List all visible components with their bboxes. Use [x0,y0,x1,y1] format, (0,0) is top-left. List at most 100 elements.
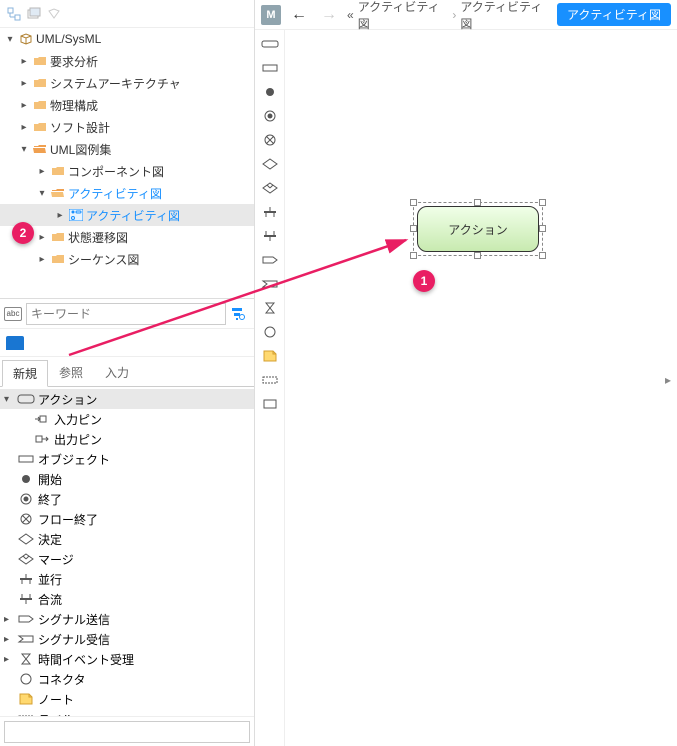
resize-handle-n[interactable] [474,199,481,206]
pal-action[interactable]: ▾ アクション [0,389,254,409]
pal-decision[interactable]: 決定 [0,529,254,549]
chevron-right-icon[interactable]: ▸ [36,166,48,177]
tree-item-9[interactable]: ▸ シーケンス図 [0,248,254,270]
tree-icon-3[interactable] [46,6,62,22]
editor-header: M ← → « アクティビティ図 › アクティビティ図 アクティビティ図 [255,0,677,30]
ps-pentagon-l-icon[interactable] [259,274,281,294]
tree-item-3[interactable]: ▸ ソフト設計 [0,116,254,138]
resize-handle-se[interactable] [539,252,546,259]
ps-hourglass-icon[interactable] [259,298,281,318]
chevron-right-icon[interactable]: ▸ [4,654,16,665]
palette-search-row [0,716,254,746]
palette-list: ▾ アクション 入力ピン 出力ピン オブジェクト 開始 終了 [0,387,254,716]
tree-item-7-selected[interactable]: ▸ アクティビティ図 [0,204,254,226]
pal-fork[interactable]: 並行 [0,569,254,589]
keyboard-icon[interactable]: abc [4,307,22,321]
chevron-right-icon[interactable]: ▸ [36,232,48,243]
ps-fork-icon[interactable] [259,202,281,222]
tree-item-6[interactable]: ▾ アクティビティ図 [0,182,254,204]
pal-start[interactable]: 開始 [0,469,254,489]
ps-diamond-in-icon[interactable] [259,178,281,198]
action-node[interactable]: アクション [417,206,539,252]
pal-merge[interactable]: マージ [0,549,254,569]
breadcrumb-part-1[interactable]: アクティビティ図 [358,0,449,32]
tree-toolbar [0,0,254,28]
tab-new[interactable]: 新規 [2,360,48,387]
chevron-right-icon[interactable]: ▸ [18,56,30,67]
pal-end[interactable]: 終了 [0,489,254,509]
tree-item-2[interactable]: ▸ 物理構成 [0,94,254,116]
note-icon [16,691,36,707]
chevron-down-icon[interactable]: ▾ [36,188,48,199]
pal-flow-end[interactable]: フロー終了 [0,509,254,529]
pal-note[interactable]: ノート [0,689,254,709]
ps-pentagon-r-icon[interactable] [259,250,281,270]
pal-signal-send[interactable]: ▸ シグナル送信 [0,609,254,629]
nav-forward-button[interactable]: → [317,6,341,24]
ps-label-icon[interactable] [259,370,281,390]
tree-search-row: abc [0,299,254,329]
chevron-right-icon[interactable]: ▸ [36,254,48,265]
ps-circle-icon[interactable] [259,322,281,342]
tree-icon-1[interactable] [6,6,22,22]
tree-item-1[interactable]: ▸ システムアーキテクチャ [0,72,254,94]
selection-outline [413,202,543,256]
ps-diamond-icon[interactable] [259,154,281,174]
resize-handle-sw[interactable] [410,252,417,259]
resize-handle-nw[interactable] [410,199,417,206]
pal-input-pin[interactable]: 入力ピン [0,409,254,429]
package-icon [18,32,34,46]
chevron-right-icon[interactable]: ▸ [18,78,30,89]
tree-item-0[interactable]: ▸ 要求分析 [0,50,254,72]
chevron-right-icon[interactable]: ▸ [18,122,30,133]
scroll-right-button[interactable]: ▸ [661,370,675,390]
ps-shape-icon[interactable] [259,394,281,414]
diagram-type-button[interactable]: アクティビティ図 [557,3,671,26]
chevron-right-icon[interactable]: ▸ [18,100,30,111]
pal-signal-recv[interactable]: ▸ シグナル受信 [0,629,254,649]
chevron-right-icon[interactable]: ▸ [4,634,16,645]
chevron-down-icon[interactable]: ▾ [4,394,16,405]
dot-filled-icon [16,471,36,487]
ps-rect-icon[interactable] [259,58,281,78]
palette-search-input[interactable] [4,721,250,743]
folder-icon [50,164,66,178]
chevron-down-icon[interactable]: ▾ [4,34,16,45]
ps-dot-filled-icon[interactable] [259,82,281,102]
breadcrumb: « アクティビティ図 › アクティビティ図 [347,0,551,32]
diagram-canvas[interactable]: アクション 1 ▸ [285,30,677,746]
tree-item-4[interactable]: ▾ UML図例集 [0,138,254,160]
resize-handle-w[interactable] [410,225,417,232]
tab-input[interactable]: 入力 [94,359,140,386]
tab-ref[interactable]: 参照 [48,359,94,386]
resize-handle-ne[interactable] [539,199,546,206]
resize-handle-e[interactable] [539,225,546,232]
toolbox-icon[interactable] [6,336,24,350]
filter-icon[interactable] [230,306,250,322]
chevron-right-icon[interactable]: ▸ [54,210,66,221]
fork-icon [16,571,36,587]
breadcrumb-part-2[interactable]: アクティビティ図 [460,0,551,32]
ps-dot-ring-icon[interactable] [259,106,281,126]
tree-root[interactable]: ▾ UML/SysML [0,28,254,50]
tree-icon-2[interactable] [26,6,42,22]
ps-join-icon[interactable] [259,226,281,246]
keyword-search-input[interactable] [26,303,226,325]
chevron-right-icon[interactable]: ▸ [4,614,16,625]
hourglass-icon [16,651,36,667]
ps-cross-circle-icon[interactable] [259,130,281,150]
nav-back-button[interactable]: ← [287,6,311,24]
chevron-down-icon[interactable]: ▾ [18,144,30,155]
ps-roundrect-icon[interactable] [259,34,281,54]
pal-join[interactable]: 合流 [0,589,254,609]
pal-output-pin[interactable]: 出力ピン [0,429,254,449]
pal-time-event[interactable]: ▸ 時間イベント受理 [0,649,254,669]
ps-note-icon[interactable] [259,346,281,366]
resize-handle-s[interactable] [474,252,481,259]
pentagon-left-icon [16,631,36,647]
dot-ring-icon [16,491,36,507]
tree-item-5[interactable]: ▸ コンポーネント図 [0,160,254,182]
pal-object[interactable]: オブジェクト [0,449,254,469]
tree-item-8[interactable]: ▸ 状態遷移図 [0,226,254,248]
pal-connector[interactable]: コネクタ [0,669,254,689]
